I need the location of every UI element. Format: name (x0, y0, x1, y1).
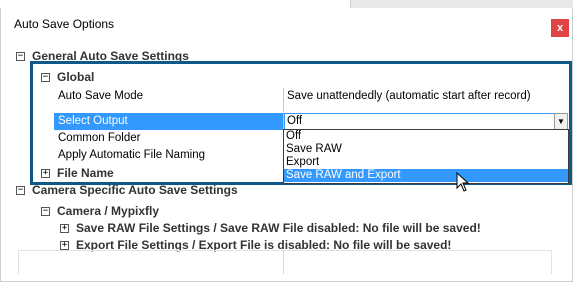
dropdown-option-off[interactable]: Off (284, 130, 568, 143)
dialog-title: Auto Save Options (14, 17, 115, 31)
expand-file-name-icon[interactable]: + (41, 169, 50, 178)
collapse-general-icon[interactable]: − (16, 52, 25, 61)
select-output-value[interactable]: Off (287, 113, 302, 130)
select-output-combobox[interactable] (284, 113, 555, 130)
select-output-dropdown-list: Off Save RAW Export Save RAW and Export (283, 129, 569, 184)
global-category[interactable]: Global (57, 69, 94, 86)
bottom-divider (283, 250, 284, 274)
expand-export-settings-icon[interactable]: + (60, 241, 69, 250)
dropdown-arrow-icon[interactable]: ▼ (554, 113, 568, 130)
camera-specific-category[interactable]: Camera Specific Auto Save Settings (32, 182, 238, 199)
common-folder-label[interactable]: Common Folder (58, 130, 140, 147)
auto-save-mode-label[interactable]: Auto Save Mode (58, 88, 143, 105)
dropdown-option-save-raw-and-export[interactable]: Save RAW and Export (284, 169, 568, 182)
background-tab (350, 0, 573, 8)
apply-automatic-file-naming-label[interactable]: Apply Automatic File Naming (58, 147, 205, 164)
dropdown-option-save-raw[interactable]: Save RAW (284, 143, 568, 156)
title-bar: Auto Save Options x (1, 8, 572, 44)
collapse-camera-specific-icon[interactable]: − (16, 186, 25, 195)
file-name-category[interactable]: File Name (57, 165, 114, 182)
collapse-camera-icon[interactable]: − (41, 207, 50, 216)
description-panel (18, 250, 552, 274)
auto-save-mode-value[interactable]: Save unattendedly (automatic start after… (287, 88, 531, 105)
mouse-cursor-icon (456, 172, 470, 192)
dropdown-option-export[interactable]: Export (284, 156, 568, 169)
expand-raw-settings-icon[interactable]: + (60, 224, 69, 233)
select-output-label[interactable]: Select Output (58, 113, 128, 130)
camera-mypixfly-category[interactable]: Camera / Mypixfly (57, 203, 159, 220)
close-button[interactable]: x (551, 19, 569, 37)
collapse-global-icon[interactable]: − (41, 73, 50, 82)
save-raw-file-settings-category[interactable]: Save RAW File Settings / Save RAW File d… (76, 220, 481, 237)
